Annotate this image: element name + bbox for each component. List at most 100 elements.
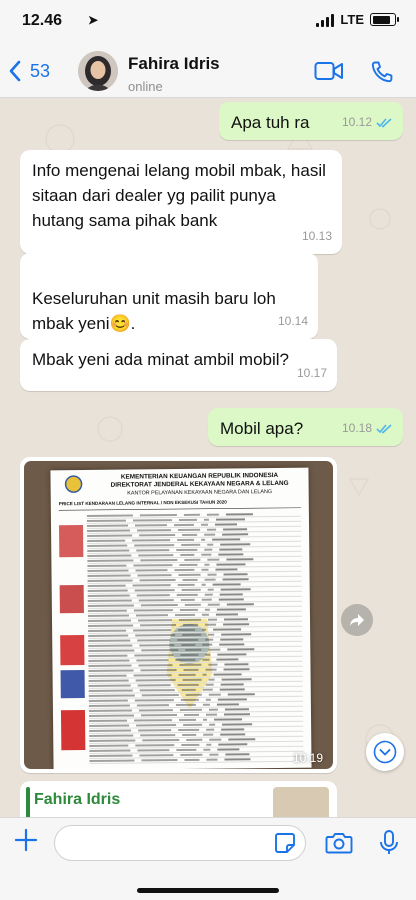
- scroll-to-bottom-button[interactable]: [366, 733, 404, 771]
- document-table-cell: [87, 584, 126, 587]
- document-table-cell: [225, 753, 250, 756]
- message-bubble-incoming[interactable]: Mbak yeni ada minat ambil mobil? 10.17: [20, 339, 337, 391]
- document-table-cell: [183, 623, 199, 626]
- voice-call-button[interactable]: [370, 60, 394, 89]
- document-table-cell: [201, 553, 212, 556]
- document-table-cell: [222, 533, 249, 536]
- document-table-cell: [87, 589, 128, 592]
- document-table-cell: [220, 733, 246, 736]
- document-table-cell: [215, 523, 238, 526]
- document-table-cell: [137, 684, 171, 687]
- document-table-cell: [140, 624, 177, 627]
- document-table-cell: [88, 674, 127, 677]
- document-table-cell: [205, 683, 214, 686]
- document-table-cell: [207, 603, 220, 606]
- document-table-cell: [179, 618, 202, 622]
- document-table-cell: [212, 583, 241, 586]
- document-table-cell: [186, 738, 203, 741]
- document-table-cell: [202, 703, 210, 706]
- document-table-cell: [221, 728, 245, 731]
- message-bubble-outgoing[interactable]: Mobil apa? 10.18: [208, 408, 403, 446]
- document-table-cell: [179, 708, 202, 712]
- message-input[interactable]: [54, 825, 306, 861]
- image-preview[interactable]: KEMENTERIAN KEUANGAN REPUBLIK INDONESIA …: [24, 461, 333, 769]
- message-time: 10.14: [277, 314, 308, 328]
- sticker-button[interactable]: [274, 832, 296, 859]
- document-table-cell: [179, 563, 198, 567]
- document-table-cell: [134, 654, 174, 657]
- document-table-cell: [201, 538, 206, 541]
- document-table-cell: [139, 754, 174, 757]
- network-type: LTE: [340, 12, 364, 27]
- message-bubble-incoming[interactable]: Info mengenai lelang mobil mbak, hasil s…: [20, 150, 342, 254]
- back-chevron-icon: [9, 60, 21, 82]
- document-table-cell: [185, 693, 202, 696]
- document-table-cell: [133, 564, 173, 567]
- video-call-button[interactable]: [314, 60, 344, 87]
- document-table-cell: [138, 619, 173, 622]
- status-indicators: LTE: [316, 12, 399, 27]
- attach-button[interactable]: [14, 828, 38, 857]
- document-table-cell: [203, 733, 214, 736]
- document-table-cell: [214, 718, 243, 721]
- document-table-cell: [136, 704, 169, 707]
- camera-button[interactable]: [325, 831, 353, 860]
- document-table-cell: [178, 573, 201, 577]
- document-table-cell: [213, 628, 242, 631]
- document-table-cell: [140, 559, 178, 562]
- document-table-cell: [136, 724, 177, 727]
- document-table-cell: [89, 719, 128, 722]
- microphone-icon: [380, 830, 398, 854]
- contact-name: Fahira Idris: [128, 54, 220, 73]
- document-table-cell: [87, 604, 134, 607]
- document-table-cell: [205, 623, 217, 626]
- document-table-cell: [179, 718, 197, 722]
- document-table-cell: [216, 608, 246, 611]
- document-table-cell: [140, 714, 178, 717]
- document-table-cell: [182, 533, 198, 536]
- message-bubble-incoming[interactable]: Keseluruhan unit masih baru loh mbak yen…: [20, 253, 318, 358]
- document-table-cell: [181, 688, 196, 691]
- back-button[interactable]: 53: [8, 60, 50, 82]
- avatar[interactable]: [78, 51, 118, 91]
- document-table-cell: [88, 659, 130, 662]
- document-table-cell: [208, 678, 215, 681]
- document-table-cell: [138, 554, 174, 557]
- document-table-cell: [182, 733, 197, 736]
- document-table-cell: [223, 573, 248, 576]
- message-bubble-outgoing[interactable]: Apa tuh ra 10.12: [219, 102, 403, 140]
- document-table-cell: [87, 579, 133, 582]
- chat-area[interactable]: Apa tuh ra 10.12 Info mengenai lelang mo…: [0, 99, 416, 817]
- document-table-cell: [207, 573, 217, 576]
- document-table-cell: [201, 568, 209, 571]
- message-time: 10.12: [341, 115, 372, 129]
- document-table-cell: [182, 678, 202, 681]
- document-table-cell: [219, 688, 245, 691]
- document-table-cell: [216, 658, 239, 661]
- document-table-cell: [135, 679, 176, 682]
- document-table-cell: [185, 648, 202, 651]
- location-arrow-icon: ➤: [88, 13, 99, 27]
- read-receipt-icon: [376, 424, 392, 434]
- document-table-cell: [88, 629, 127, 632]
- voice-message-button[interactable]: [378, 829, 400, 862]
- battery-fill: [372, 15, 391, 24]
- document-table-cell: [178, 528, 201, 532]
- document-table-cell: [218, 553, 244, 556]
- document-table-cell: [87, 599, 132, 602]
- document-table-cell: [134, 719, 173, 722]
- document-table-cell: [217, 748, 240, 751]
- document-table-cell: [183, 723, 203, 726]
- plus-icon: [14, 828, 38, 852]
- image-message[interactable]: KEMENTERIAN KEUANGAN REPUBLIK INDONESIA …: [20, 457, 337, 773]
- forward-button[interactable]: [341, 604, 373, 636]
- document-table-cell: [174, 613, 195, 617]
- document-table-cell: [88, 714, 135, 717]
- document-table-cell: [139, 534, 176, 537]
- document-table-cell: [135, 614, 168, 617]
- document-table-cell: [136, 659, 169, 662]
- quoted-message[interactable]: Fahira Idris: [20, 781, 337, 817]
- document-table-cell: [136, 594, 170, 597]
- contact-info[interactable]: Fahira Idris online: [128, 54, 220, 94]
- document-table-cell: [139, 579, 176, 582]
